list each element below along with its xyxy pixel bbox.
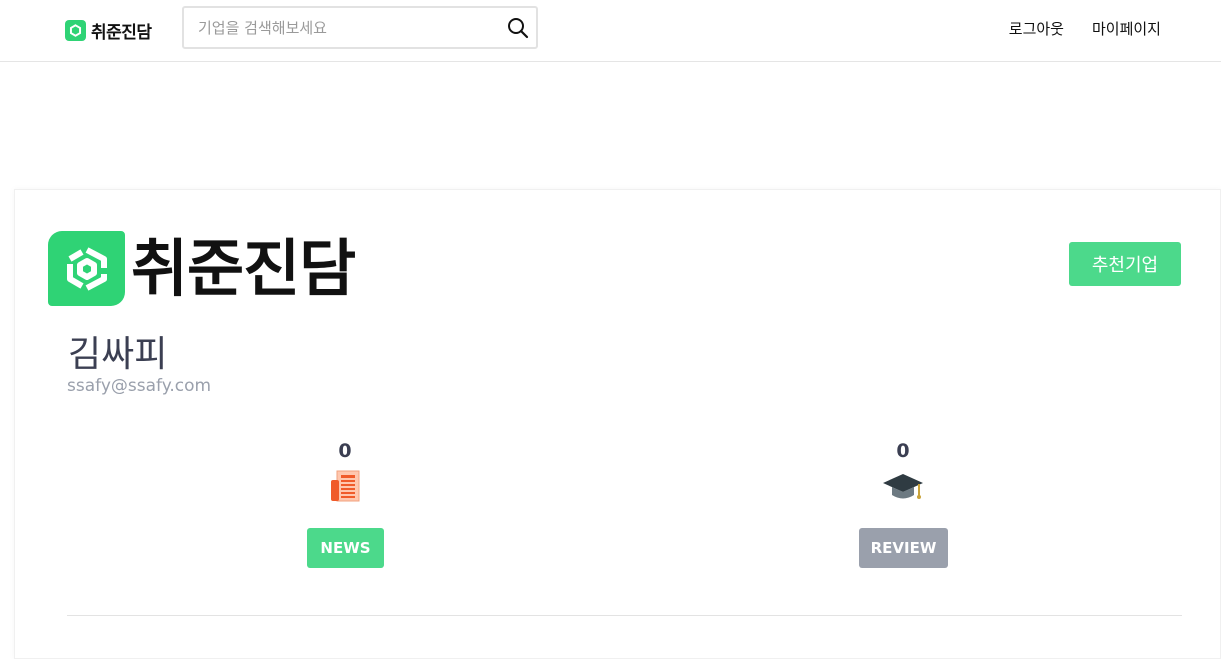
search-box	[182, 6, 538, 49]
search-input[interactable]	[198, 8, 498, 47]
news-count: 0	[338, 440, 352, 462]
profile-logo: 취준진담	[48, 231, 356, 306]
logo-mark-icon	[48, 231, 125, 306]
search-icon[interactable]	[506, 16, 530, 40]
news-stat: 0	[285, 440, 405, 504]
user-email: ssafy@ssafy.com	[67, 376, 212, 396]
top-nav: 로그아웃 마이페이지	[1009, 18, 1161, 39]
mypage-link[interactable]: 마이페이지	[1092, 18, 1161, 39]
graduation-cap-icon	[883, 468, 923, 504]
section-divider	[67, 615, 1182, 616]
brand-name: 취준진담	[91, 22, 152, 43]
review-stat: 0	[843, 440, 963, 504]
brand-home-link[interactable]: 취준진담	[65, 17, 152, 43]
top-header: 취준진담 로그아웃 마이페이지	[0, 0, 1221, 62]
review-count: 0	[896, 440, 910, 462]
news-button[interactable]: NEWS	[307, 528, 384, 568]
newspaper-icon	[328, 468, 362, 504]
review-button[interactable]: REVIEW	[859, 528, 948, 568]
brand-logo-icon	[65, 19, 86, 41]
profile-logo-text: 취준진담	[131, 231, 356, 305]
logout-link[interactable]: 로그아웃	[1009, 18, 1064, 39]
user-name: 김싸피	[68, 334, 168, 375]
profile-card: 취준진담 추천기업 김싸피 ssafy@ssafy.com 0 NEWS 0 R…	[14, 189, 1221, 659]
recommend-companies-button[interactable]: 추천기업	[1069, 242, 1181, 286]
